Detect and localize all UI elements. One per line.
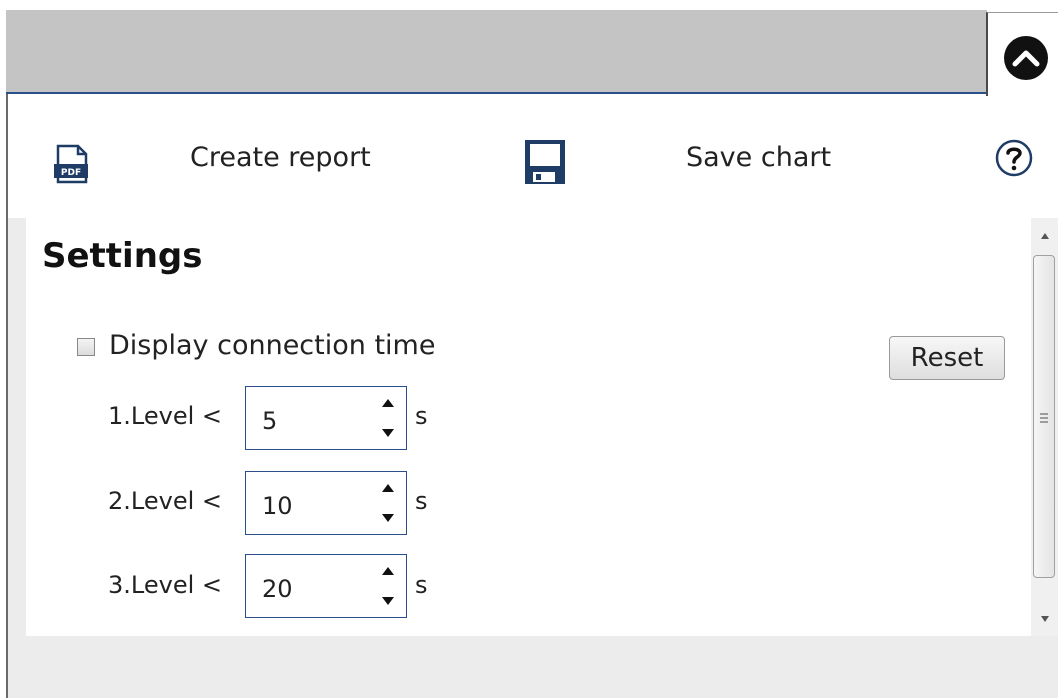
floppy-disk-icon[interactable] bbox=[523, 138, 567, 186]
spinner-arrows-icon[interactable] bbox=[380, 561, 396, 611]
scroll-grip-icon bbox=[1040, 413, 1048, 423]
collapse-button[interactable] bbox=[1004, 36, 1048, 80]
level-1-value: 5 bbox=[262, 407, 278, 435]
create-report-button[interactable]: Create report bbox=[190, 142, 371, 173]
level-3-spinbox[interactable]: 20 bbox=[245, 554, 407, 618]
scroll-up-arrow-icon[interactable] bbox=[1038, 229, 1052, 243]
pdf-icon-text: PDF bbox=[61, 168, 81, 178]
level-1-label: 1.Level < bbox=[108, 402, 222, 430]
display-connection-time-checkbox[interactable] bbox=[77, 338, 95, 356]
level-2-spinbox[interactable]: 10 bbox=[245, 471, 407, 535]
level-3-label: 3.Level < bbox=[108, 571, 222, 599]
settings-title: Settings bbox=[42, 236, 203, 276]
pdf-file-icon[interactable]: PDF bbox=[52, 144, 92, 184]
level-2-unit: s bbox=[415, 487, 428, 515]
level-2-value: 10 bbox=[262, 492, 293, 520]
level-3-value: 20 bbox=[262, 575, 293, 603]
level-2-label: 2.Level < bbox=[108, 487, 222, 515]
chevron-up-icon bbox=[1012, 50, 1040, 67]
display-connection-time-label: Display connection time bbox=[109, 330, 436, 361]
help-icon[interactable] bbox=[995, 139, 1033, 177]
tab-bar bbox=[6, 10, 987, 94]
scroll-down-arrow-icon[interactable] bbox=[1038, 612, 1052, 626]
level-1-unit: s bbox=[415, 402, 428, 430]
level-3-unit: s bbox=[415, 571, 428, 599]
spinner-arrows-icon[interactable] bbox=[380, 478, 396, 528]
level-1-spinbox[interactable]: 5 bbox=[245, 386, 407, 450]
spinner-arrows-icon[interactable] bbox=[380, 393, 396, 443]
window-top-strip bbox=[0, 0, 1058, 10]
create-report-label: Create report bbox=[190, 142, 371, 173]
save-chart-label: Save chart bbox=[686, 142, 832, 173]
panel-bottom-gutter bbox=[8, 636, 1058, 698]
panel-left-gutter bbox=[8, 218, 26, 698]
save-chart-button[interactable]: Save chart bbox=[686, 142, 831, 173]
reset-button[interactable]: Reset bbox=[889, 336, 1005, 380]
